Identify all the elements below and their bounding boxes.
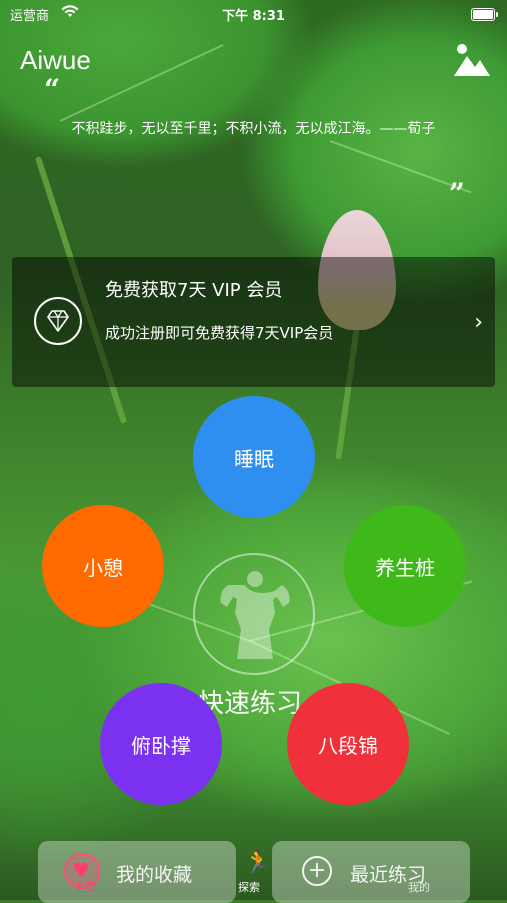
- nap-button[interactable]: 小憩: [42, 505, 164, 627]
- battery-icon: [471, 8, 498, 21]
- quote-text: 不积跬步，无以至千里；不积小流，无以成江海。——荀子: [71, 121, 436, 137]
- sleep-button[interactable]: 睡眠: [193, 396, 315, 518]
- clock: 下午 8:31: [222, 9, 285, 24]
- standing-stake-button[interactable]: 养生桩: [344, 505, 466, 627]
- app-title: Aiwue: [20, 45, 91, 75]
- quick-practice-button[interactable]: [193, 553, 315, 675]
- favorites-button[interactable]: ♥ 我的收藏: [38, 841, 236, 903]
- vip-subtitle: 成功注册即可免费获得7天VIP会员: [105, 324, 334, 342]
- vip-banner[interactable]: 免费获取7天 VIP 会员 成功注册即可免费获得7天VIP会员 ›: [12, 257, 495, 387]
- favorites-label: 我的收藏: [116, 864, 193, 886]
- close-quote-icon: ”: [448, 177, 465, 210]
- plus-icon: +: [302, 856, 332, 886]
- baduanjin-button[interactable]: 八段锦: [287, 683, 409, 805]
- diamond-icon: [34, 297, 82, 345]
- running-icon[interactable]: 🏃: [244, 850, 271, 875]
- muscle-figure-icon: [220, 571, 290, 659]
- tab-explore[interactable]: 探索: [238, 879, 260, 895]
- open-quote-icon: “: [44, 73, 61, 106]
- tab-home[interactable]: 主页: [74, 879, 96, 895]
- pushup-button[interactable]: 俯卧撑: [100, 683, 222, 805]
- recent-practice-button[interactable]: + 最近练习: [272, 841, 470, 903]
- tab-mine[interactable]: 我的: [408, 879, 430, 895]
- chevron-right-icon: ›: [474, 310, 483, 335]
- image-icon[interactable]: [453, 42, 491, 78]
- status-bar: 运营商 下午 8:31: [0, 0, 507, 28]
- vip-title: 免费获取7天 VIP 会员: [105, 280, 283, 301]
